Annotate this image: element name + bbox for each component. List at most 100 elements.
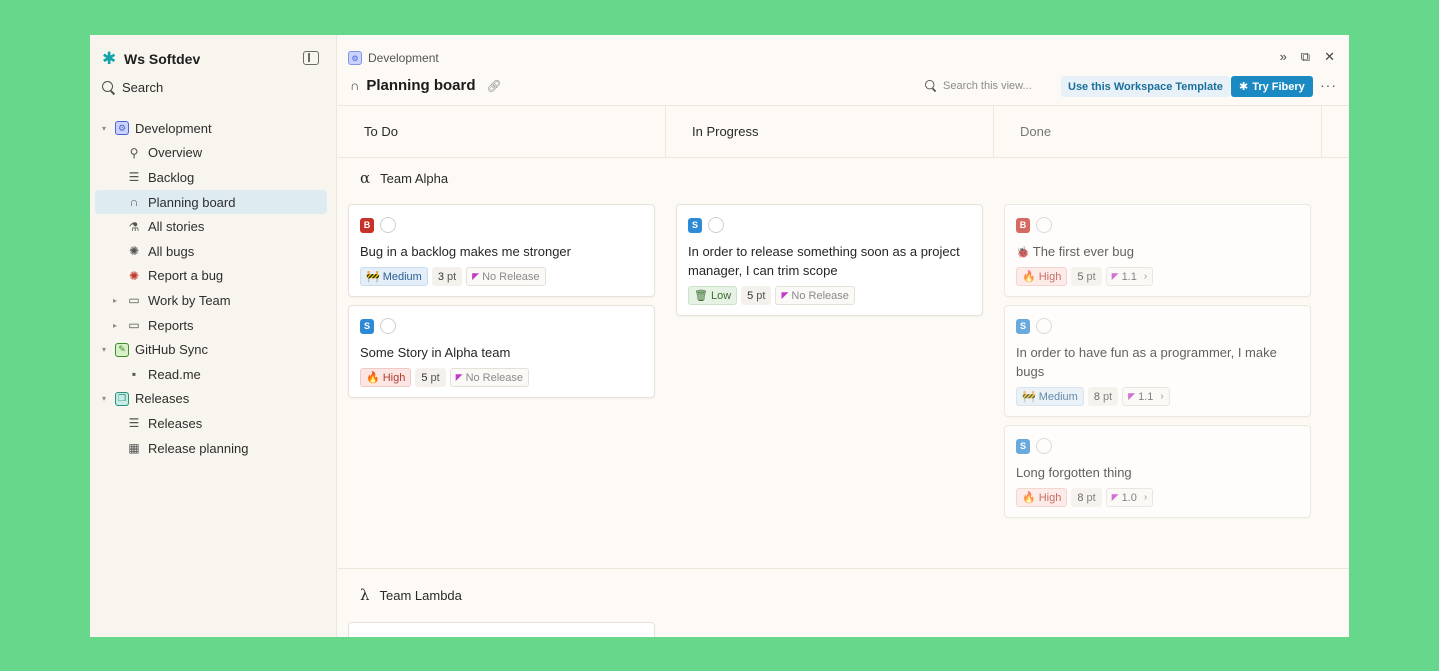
sidebar-item-reports[interactable]: ▸ ▭ Reports <box>95 313 327 338</box>
sidebar-item-all-bugs[interactable]: ✺ All bugs <box>95 239 327 264</box>
bug-emoji-icon: 🐞 <box>1016 247 1033 259</box>
complete-checkbox[interactable] <box>708 217 724 233</box>
release-pill[interactable]: ◤ No Release <box>449 368 530 387</box>
release-flag-icon: ◤ <box>1111 271 1119 281</box>
sidebar-item-label: Development <box>135 120 212 136</box>
group-team-alpha[interactable]: α Team Alpha <box>360 169 448 187</box>
view-icon: ✺ <box>128 244 140 259</box>
complete-checkbox[interactable] <box>1036 217 1052 233</box>
breadcrumb[interactable]: ⚙ Development <box>348 51 439 65</box>
more-options-icon[interactable]: ··· <box>1320 77 1337 93</box>
card-header: S <box>1016 438 1052 454</box>
sidebar-item-planning-board[interactable]: ∩ Planning board <box>95 189 327 215</box>
chevron-right-icon[interactable]: ▸ <box>113 321 117 330</box>
priority-pill[interactable]: 🔥 High <box>360 368 412 387</box>
priority-medium-icon: 🚧 <box>1022 391 1036 403</box>
priority-pill[interactable]: 🚧 Medium <box>360 267 428 286</box>
page-title[interactable]: Planning board <box>366 77 475 94</box>
release-pill[interactable]: ◤ No Release <box>466 267 546 286</box>
column-header-in-progress[interactable]: In Progress <box>666 105 994 158</box>
priority-pill[interactable]: 🚧 Medium <box>1016 387 1084 406</box>
complete-checkbox[interactable] <box>1036 318 1052 334</box>
database-icon: ⚙ <box>115 121 129 136</box>
release-pill[interactable]: ◤ 1.0 › <box>1105 488 1154 507</box>
complete-checkbox[interactable] <box>1036 438 1052 454</box>
collapse-sidebar-icon[interactable] <box>303 51 319 65</box>
expand-icon[interactable]: » <box>1280 49 1287 65</box>
search-view-input[interactable]: Search this view... <box>924 79 1032 93</box>
story-points[interactable]: 5 pt <box>1071 267 1102 286</box>
try-fibery-button[interactable]: ✱ Try Fibery <box>1231 76 1313 97</box>
sidebar-item-github-sync[interactable]: ▾ ✎ GitHub Sync <box>95 337 327 362</box>
view-icon: ☰ <box>128 416 140 431</box>
card-title: 🐞 The first ever bug <box>1016 243 1300 263</box>
chevron-right-icon: › <box>1160 391 1164 402</box>
use-template-button[interactable]: Use this Workspace Template <box>1061 76 1230 97</box>
points-unit: pt <box>446 270 457 283</box>
board-card[interactable]: S In order to have fun as a programmer, I… <box>1004 305 1311 417</box>
database-icon: ✎ <box>115 342 129 357</box>
link-icon[interactable]: 🔗︎ <box>487 79 502 93</box>
complete-checkbox[interactable] <box>380 318 396 334</box>
card-partial[interactable] <box>348 622 655 637</box>
board-card[interactable]: B Bug in a backlog makes me stronger 🚧 Medi… <box>348 204 655 297</box>
board-card[interactable]: B 🐞 The first ever bug 🔥 High 5 pt ◤ 1.1 › <box>1004 204 1311 297</box>
points-value: 8 <box>1077 491 1084 504</box>
priority-pill[interactable]: 🔥 High <box>1016 488 1068 507</box>
priority-pill[interactable]: 🔥 High <box>1016 267 1068 286</box>
priority-label: High <box>1038 270 1062 283</box>
sidebar-item-read-me[interactable]: ▪ Read.me <box>95 362 327 387</box>
sidebar-item-release-planning[interactable]: ▦ Release planning <box>95 436 327 461</box>
column-header-done[interactable]: Done <box>994 105 1322 158</box>
sidebar-item-development[interactable]: ▾ ⚙ Development <box>95 116 327 141</box>
board-card[interactable]: S Some Story in Alpha team 🔥 High 5 pt ◤ No Rel… <box>348 305 655 398</box>
priority-label: Medium <box>382 270 422 283</box>
view-icon: ∩ <box>129 195 139 210</box>
sidebar-item-releases[interactable]: ☰ Releases <box>95 411 327 436</box>
sidebar-item-label: GitHub Sync <box>135 342 208 358</box>
card-meta: 🗑 Low 5 pt ◤ No Release <box>688 286 855 305</box>
column-header-todo[interactable]: To Do <box>338 105 666 158</box>
sidebar-item-report-a-bug[interactable]: ✺ Report a bug <box>95 264 327 289</box>
card-title-text: Some Story in Alpha team <box>360 345 511 360</box>
chevron-right-icon: › <box>1143 492 1148 503</box>
board-card[interactable]: S Long forgotten thing 🔥 High 8 pt ◤ 1.0 › <box>1004 425 1311 518</box>
chevron-down-icon[interactable]: ▾ <box>102 124 106 133</box>
card-title-text: Bug in a backlog makes me stronger <box>360 244 571 259</box>
release-pill[interactable]: ◤ No Release <box>775 286 855 305</box>
workspace-header[interactable]: ✱ Ws Softdev <box>102 49 200 69</box>
release-flag-icon: ◤ <box>1111 492 1119 502</box>
sidebar-item-overview[interactable]: ⚲ Overview <box>95 141 327 166</box>
story-points[interactable]: 3 pt <box>431 267 463 286</box>
release-pill[interactable]: ◤ 1.1 › <box>1105 267 1154 286</box>
chevron-down-icon[interactable]: ▾ <box>102 345 106 354</box>
sidebar-item-releases[interactable]: ▾ ❒ Releases <box>95 387 327 412</box>
sidebar-item-backlog[interactable]: ☰ Backlog <box>95 165 327 190</box>
card-title: Bug in a backlog makes me stronger <box>360 243 644 262</box>
priority-pill[interactable]: 🗑 Low <box>688 286 738 305</box>
search-view-placeholder: Search this view... <box>943 80 1032 92</box>
points-unit: pt <box>756 289 766 302</box>
board-view-icon: ∩ <box>350 78 360 93</box>
close-icon[interactable]: ✕ <box>1324 49 1335 65</box>
story-points[interactable]: 8 pt <box>1087 387 1119 406</box>
release-flag-icon: ◤ <box>472 271 480 281</box>
open-in-window-icon[interactable]: ⧉ <box>1301 49 1310 65</box>
story-points[interactable]: 8 pt <box>1071 488 1102 507</box>
group-team-lambda[interactable]: λ Team Lambda <box>360 586 462 604</box>
complete-checkbox[interactable] <box>380 217 396 233</box>
sidebar-item-label: Reports <box>148 317 194 333</box>
story-points[interactable]: 5 pt <box>741 286 772 305</box>
release-pill[interactable]: ◤ 1.1 › <box>1122 387 1170 406</box>
board-card[interactable]: S In order to release something soon as a… <box>676 204 983 316</box>
sidebar-item-work-by-team[interactable]: ▸ ▭ Work by Team <box>95 288 327 313</box>
story-points[interactable]: 5 pt <box>415 368 446 387</box>
sidebar-item-all-stories[interactable]: ⚗ All stories <box>95 214 327 239</box>
sidebar-search[interactable]: Search <box>102 80 163 95</box>
card-title-text: Long forgotten thing <box>1016 465 1132 480</box>
points-value: 5 <box>1077 270 1084 283</box>
view-icon: ▦ <box>128 441 140 456</box>
release-flag-icon: ◤ <box>1128 391 1136 401</box>
chevron-right-icon[interactable]: ▸ <box>113 296 117 305</box>
chevron-down-icon[interactable]: ▾ <box>102 394 106 403</box>
